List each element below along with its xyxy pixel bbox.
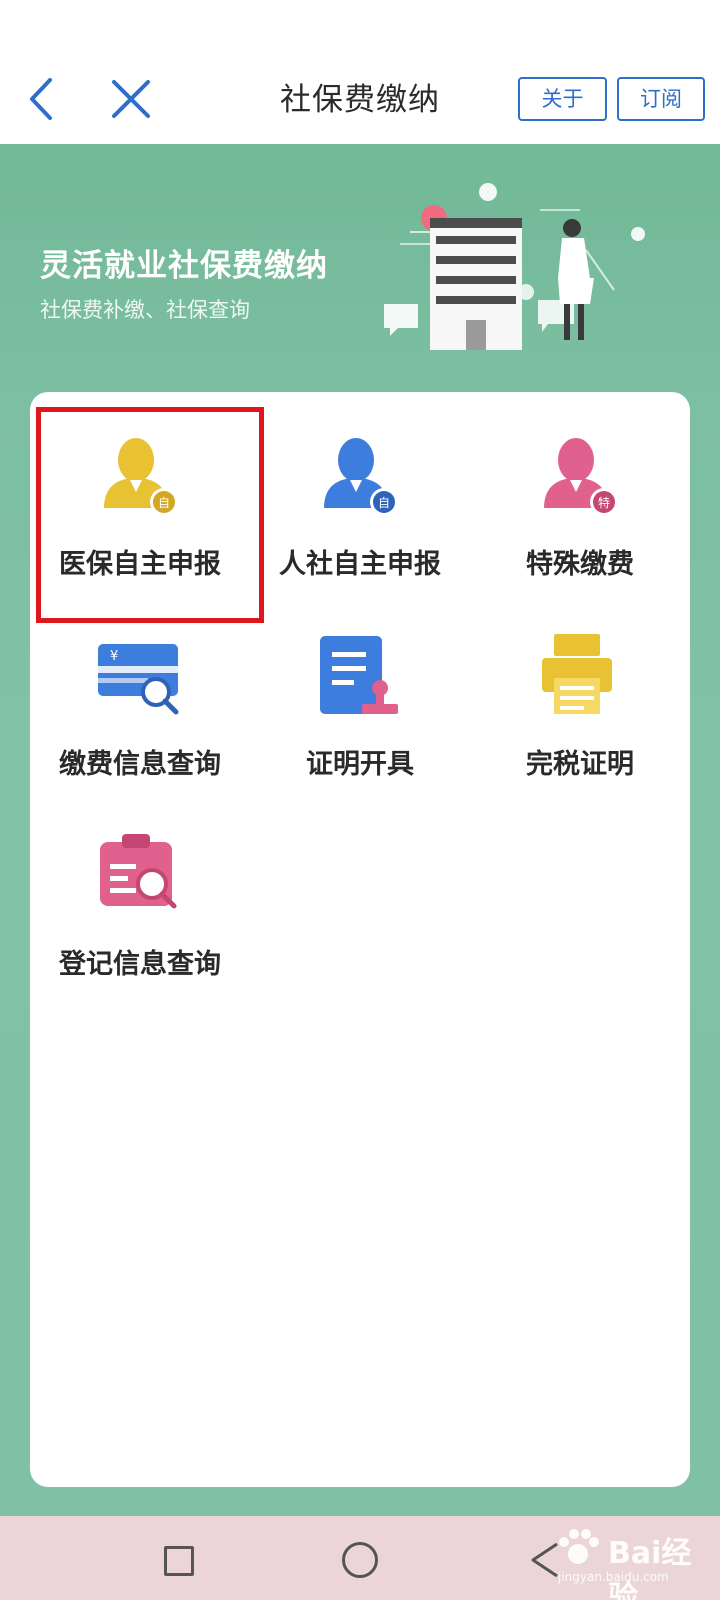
badge-text: ¥ [110,649,118,664]
watermark: Bai经验 jingyan.baidu.com [548,1526,718,1600]
badge-text: 自 [378,496,390,510]
paw-icon [559,1529,599,1564]
person-special-icon: 特 [544,438,618,516]
printer-icon [542,634,612,714]
banner-illustration [384,183,645,350]
badge-text: 特 [598,495,610,510]
subscribe-button[interactable]: 订阅 [617,77,705,121]
watermark-url: jingyan.baidu.com [558,1570,669,1584]
grid-item-label: 登记信息查询 [59,949,221,980]
about-button[interactable]: 关于 [518,77,607,121]
system-nav-bar: Bai经验 jingyan.baidu.com [0,1516,720,1600]
grid-item-label: 缴费信息查询 [59,749,221,780]
banner-title: 灵活就业社保费缴纳 [40,248,328,284]
grid-item-tax-certificate[interactable]: 完税证明 [470,592,690,792]
grid-item-certificate[interactable]: 证明开具 [250,592,470,792]
grid-item-label: 完税证明 [526,749,634,780]
card-search-icon: ¥ [98,644,179,715]
grid-item-label: 特殊缴费 [526,549,634,580]
document-stamp-icon [320,636,398,714]
clipboard-search-icon [100,834,177,909]
close-icon [112,80,150,118]
chevron-left-icon [30,78,52,120]
recent-apps-button[interactable] [164,1546,194,1576]
back-button[interactable] [18,74,66,124]
watermark-brand: Bai经验 [608,1536,692,1600]
grid-item-label: 人社自主申报 [279,549,441,580]
grid-item-label: 证明开具 [306,749,414,780]
home-button[interactable] [342,1542,378,1578]
grid-item-registration-query[interactable]: 登记信息查询 [30,792,250,992]
app-header: 社保费缴纳 关于 订阅 [0,0,720,144]
person-self-icon: 自 [324,438,398,516]
banner-subtitle: 社保费补缴、社保查询 [40,298,250,322]
grid-item-hr-declaration[interactable]: 自 人社自主申报 [250,392,470,592]
highlight-box [36,407,264,623]
close-button[interactable] [106,74,156,124]
page-title: 社保费缴纳 [280,82,440,118]
grid-item-special-payment[interactable]: 特 特殊缴费 [470,392,690,592]
